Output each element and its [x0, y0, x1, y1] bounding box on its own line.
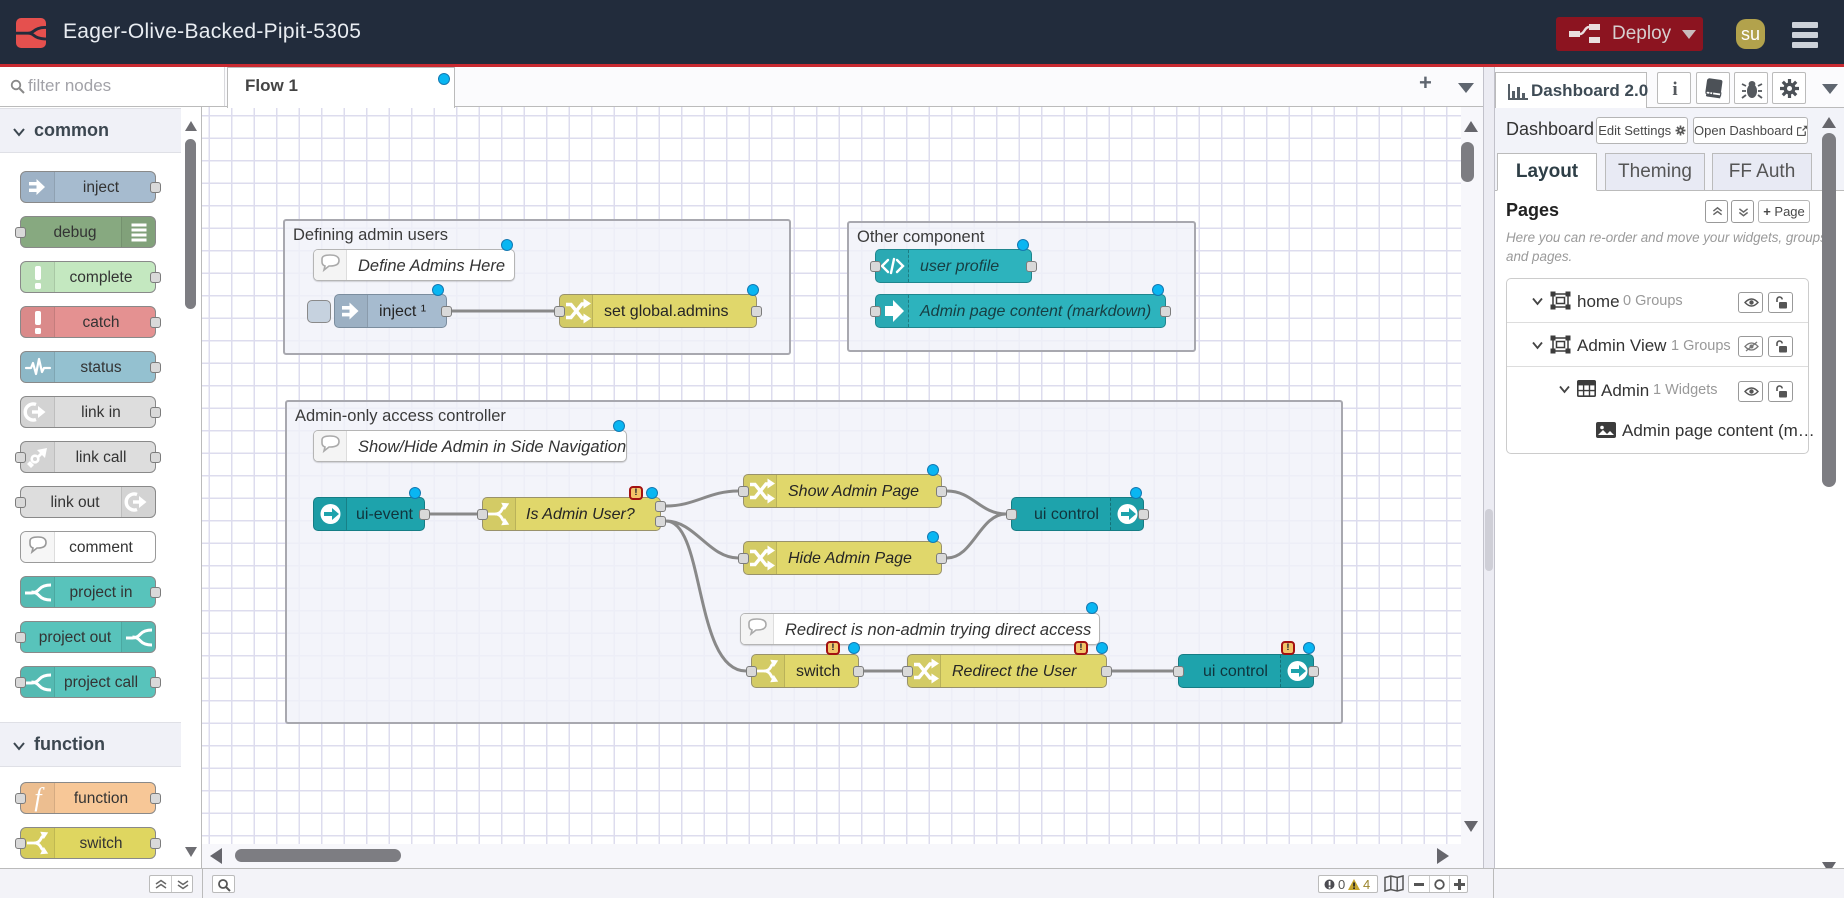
svg-text:i: i [1672, 79, 1677, 100]
